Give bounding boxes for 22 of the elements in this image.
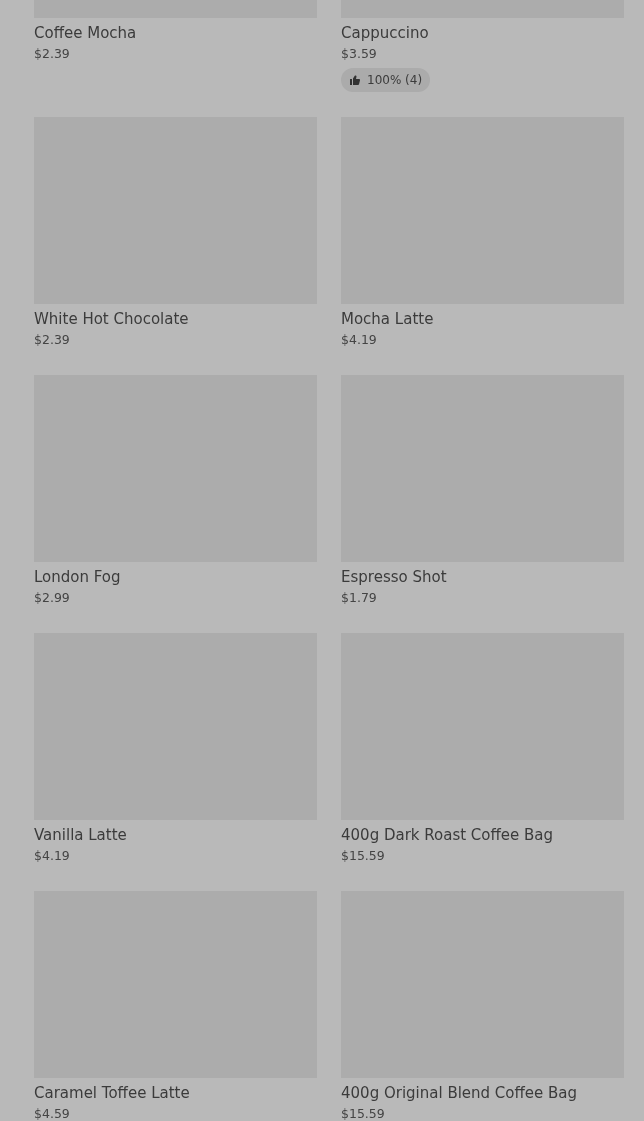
product-name: Mocha Latte [341, 309, 434, 330]
rating-text: 100% (4) [367, 73, 423, 87]
product-name: Caramel Toffee Latte [34, 1083, 190, 1104]
product-name: 400g Dark Roast Coffee Bag [341, 825, 554, 846]
product-price: $15.59 [341, 847, 385, 865]
product-price: $3.59 [341, 45, 377, 63]
product-name: Espresso Shot [341, 567, 447, 588]
product-name: London Fog [34, 567, 121, 588]
product-price: $2.39 [34, 45, 70, 63]
product-name: Cappuccino [341, 23, 429, 44]
product-price: $4.19 [341, 331, 377, 349]
product-name: 400g Original Blend Coffee Bag [341, 1083, 578, 1104]
product-price: $2.99 [34, 589, 70, 607]
product-price: $4.59 [34, 1105, 70, 1121]
product-name: Coffee Mocha [34, 23, 137, 44]
product-name: White Hot Chocolate [34, 309, 189, 330]
product-price: $15.59 [341, 1105, 385, 1121]
product-price: $4.19 [34, 847, 70, 865]
product-name: Vanilla Latte [34, 825, 127, 846]
thumbs-up-icon [349, 74, 361, 86]
product-price: $1.79 [341, 589, 377, 607]
product-price: $2.39 [34, 331, 70, 349]
